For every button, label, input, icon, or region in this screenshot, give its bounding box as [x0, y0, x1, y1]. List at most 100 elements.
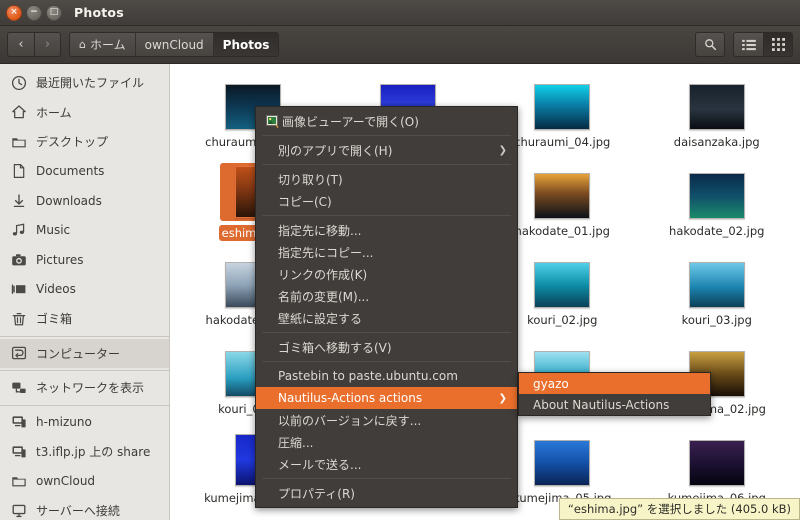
context-menu[interactable]: 画像ビューアーで開く(O) 別のアプリで開く(H) ❯ 切り取り(T) コピー(C) 指定…	[255, 106, 518, 508]
sidebar-item-t3-iflp-jp-share[interactable]: t3.iflp.jp 上の share	[0, 437, 169, 467]
thumbnail-wrapper	[685, 163, 749, 219]
video-icon	[11, 281, 27, 297]
file-thumbnail	[534, 262, 591, 308]
context-menu-item-label: プロパティ(R)	[278, 486, 355, 501]
breadcrumb: ⌂ ホーム ownCloud Photos	[69, 32, 280, 57]
sidebar-item-[interactable]: 最近開いたファイル	[0, 68, 169, 98]
context-menu-item[interactable]: メールで送る...	[256, 453, 517, 475]
menu-separator	[262, 135, 511, 136]
trash-icon	[11, 311, 27, 327]
context-menu-item[interactable]: 指定先に移動...	[256, 219, 517, 241]
folder-icon	[11, 134, 27, 150]
breadcrumb-label: ownCloud	[144, 37, 204, 52]
context-menu-item[interactable]: 以前のバージョンに戻す...	[256, 409, 517, 431]
context-menu-item-label: リンクの作成(K)	[278, 267, 368, 282]
submenu-item[interactable]: About Nautilus-Actions	[519, 394, 710, 415]
list-view-button[interactable]	[733, 32, 763, 57]
folder-icon	[11, 473, 27, 489]
sidebar-separator	[0, 370, 169, 371]
thumbnail-wrapper	[530, 163, 594, 219]
file-thumbnail	[688, 440, 745, 486]
menu-separator	[262, 164, 511, 165]
breadcrumb-item-2[interactable]: Photos	[213, 33, 279, 56]
clock-icon	[11, 75, 27, 91]
file-item[interactable]: hakodate_02.jpg	[640, 161, 795, 250]
close-icon[interactable]: ×	[6, 4, 22, 21]
search-button[interactable]	[695, 32, 725, 57]
back-button[interactable]: ‹	[7, 32, 34, 57]
sidebar-item-label: デスクトップ	[36, 135, 109, 150]
chevron-left-icon: ‹	[18, 37, 24, 52]
grid-view-button[interactable]	[763, 32, 793, 57]
sidebar-item-documents[interactable]: Documents	[0, 157, 169, 187]
sidebar-item-[interactable]: ホーム	[0, 98, 169, 128]
context-menu-item[interactable]: Pastebin to paste.ubuntu.com	[256, 365, 517, 387]
submenu-item-label: About Nautilus-Actions	[533, 397, 670, 412]
file-name-label: kouri_03.jpg	[681, 313, 752, 327]
maximize-icon[interactable]: □	[46, 4, 62, 21]
file-item[interactable]: kouri_03.jpg	[640, 250, 795, 339]
context-menu-item[interactable]: リンクの作成(K)	[256, 263, 517, 285]
file-thumbnail	[688, 84, 745, 130]
context-menu-item[interactable]: 別のアプリで開く(H) ❯	[256, 139, 517, 161]
context-menu-item-label: 指定先に移動...	[278, 223, 362, 238]
context-menu-item-label: Nautilus-Actions actions	[278, 391, 423, 405]
file-thumbnail	[534, 173, 591, 219]
context-menu-item-label: 別のアプリで開く(H)	[278, 143, 393, 158]
sidebar-item-music[interactable]: Music	[0, 216, 169, 246]
context-menu-item[interactable]: 切り取り(T)	[256, 168, 517, 190]
context-menu-item-label: 壁紙に設定する	[278, 311, 363, 326]
connect-icon	[11, 503, 27, 519]
sidebar-item-pictures[interactable]: Pictures	[0, 245, 169, 275]
context-menu-item[interactable]: コピー(C)	[256, 190, 517, 212]
breadcrumb-item-1[interactable]: ownCloud	[135, 33, 214, 56]
status-text: “eshima.jpg” を選択しました (405.0 kB)	[567, 502, 791, 516]
file-thumbnail	[534, 440, 591, 486]
context-menu-item[interactable]: Nautilus-Actions actions ❯	[256, 387, 517, 409]
sidebar-item-[interactable]: ゴミ箱	[0, 304, 169, 334]
sidebar-item-owncloud[interactable]: ownCloud	[0, 467, 169, 497]
context-menu-item[interactable]: ゴミ箱へ移動する(V)	[256, 336, 517, 358]
status-badge: “eshima.jpg” を選択しました (405.0 kB)	[558, 498, 800, 520]
context-menu-item[interactable]: 指定先にコピー...	[256, 241, 517, 263]
forward-button[interactable]: ›	[34, 32, 61, 57]
context-menu-item[interactable]: 圧縮...	[256, 431, 517, 453]
sidebar-item-label: Videos	[36, 282, 76, 297]
chevron-right-icon: ›	[44, 37, 51, 52]
maximize-glyph: □	[49, 7, 59, 17]
sidebar-separator	[0, 404, 169, 406]
sidebar-item-label: Documents	[36, 164, 105, 179]
context-menu-item[interactable]: 壁紙に設定する	[256, 307, 517, 329]
sidebar-item-label: サーバーへ接続	[36, 504, 120, 519]
context-menu-item-label: 画像ビューアーで開く(O)	[282, 114, 419, 129]
thumbnail-wrapper	[530, 74, 594, 130]
download-icon	[11, 193, 27, 209]
context-menu-item-label: 以前のバージョンに戻す...	[278, 413, 422, 428]
file-item[interactable]: daisanzaka.jpg	[640, 72, 795, 161]
context-submenu[interactable]: gyazo About Nautilus-Actions	[518, 372, 711, 416]
chevron-right-icon: ❯	[498, 144, 507, 156]
breadcrumb-item-0[interactable]: ⌂ ホーム	[70, 33, 136, 56]
sidebar: 最近開いたファイル ホームデスクトップ Documents Downloads Musi…	[0, 64, 170, 520]
sidebar-item-label: h-mizuno	[36, 415, 92, 430]
sidebar-item-label: t3.iflp.jp 上の share	[36, 445, 151, 460]
context-menu-item[interactable]: プロパティ(R)	[256, 482, 517, 504]
sidebar-item-label: Music	[36, 223, 71, 238]
thumbnail-wrapper	[685, 430, 749, 486]
minimize-glyph: −	[30, 7, 38, 17]
sidebar-item-[interactable]: デスクトップ	[0, 127, 169, 157]
music-icon	[11, 222, 27, 238]
sidebar-item-h-mizuno[interactable]: h-mizuno	[0, 408, 169, 438]
sidebar-item-videos[interactable]: Videos	[0, 275, 169, 305]
context-menu-item[interactable]: 画像ビューアーで開く(O)	[256, 110, 517, 132]
sidebar-item-[interactable]: コンピューター	[0, 338, 169, 368]
submenu-item[interactable]: gyazo	[519, 373, 710, 394]
toolbar: ‹ › ⌂ ホーム ownCloud Photos	[0, 26, 800, 64]
sidebar-item-[interactable]: ネットワークを表示	[0, 373, 169, 403]
file-name-label: hakodate_02.jpg	[669, 224, 765, 238]
sidebar-item-[interactable]: サーバーへ接続	[0, 496, 169, 520]
minimize-icon[interactable]: −	[26, 4, 42, 21]
sidebar-item-downloads[interactable]: Downloads	[0, 186, 169, 216]
file-thumbnail	[688, 173, 745, 219]
context-menu-item[interactable]: 名前の変更(M)...	[256, 285, 517, 307]
